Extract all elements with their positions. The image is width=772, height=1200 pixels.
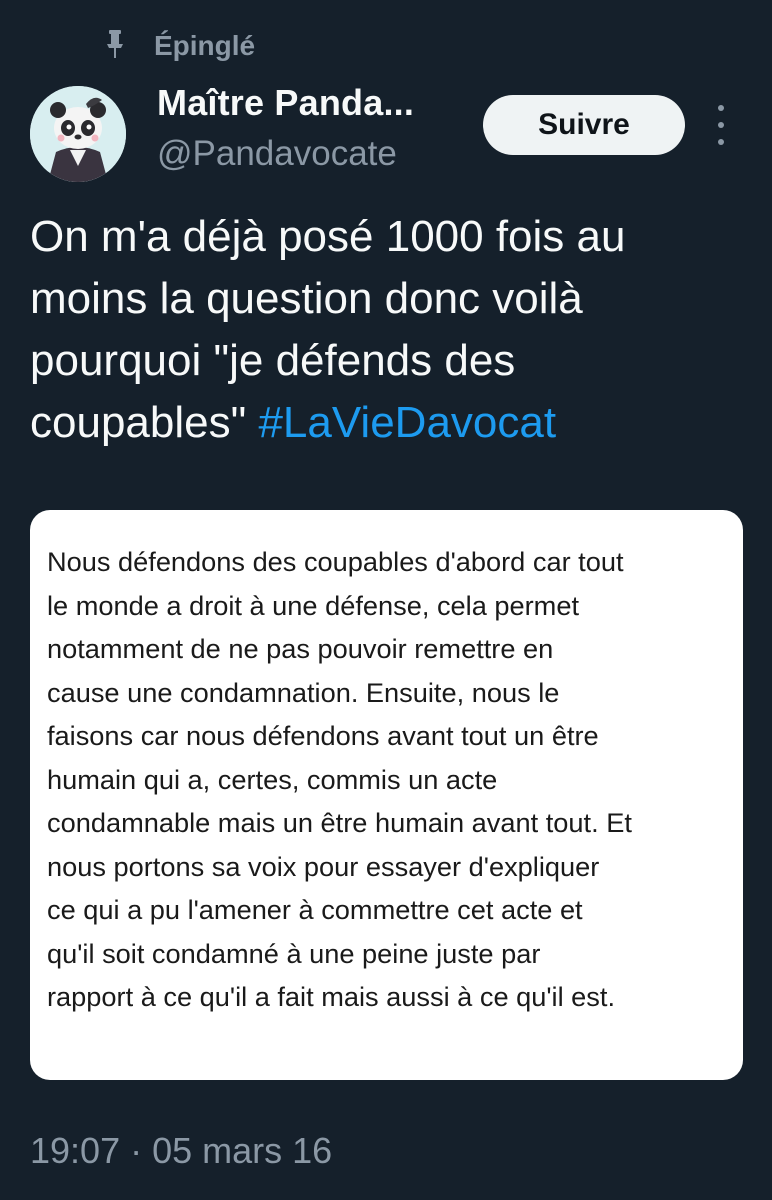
- more-options-icon[interactable]: [709, 105, 733, 145]
- tweet-page: Épinglé Maître Panda... @Pandavocate Sui…: [0, 0, 772, 1200]
- author-display-name[interactable]: Maître Panda...: [157, 82, 414, 124]
- image-text-line: nous portons sa voix pour essayer d'expl…: [47, 850, 600, 882]
- pin-icon: [107, 30, 123, 58]
- image-text-line: faisons car nous défendons avant tout un…: [47, 720, 599, 751]
- image-text-line: qu'il soit condamné à une peine juste pa…: [47, 937, 541, 969]
- image-text-line: notamment de ne pas pouvoir remettre en: [47, 633, 554, 664]
- image-text-line: humain qui a, certes, commis un acte: [47, 763, 498, 795]
- pinned-indicator: Épinglé: [104, 26, 255, 66]
- image-text-line: le monde a droit à une défense, cela per…: [47, 589, 580, 621]
- hashtag-link[interactable]: #LaVieDavocat: [258, 398, 556, 447]
- tweet-text: On m'a déjà posé 1000 fois au moins la q…: [30, 206, 742, 454]
- pinned-label: Épinglé: [154, 30, 256, 61]
- image-text-line: condamnable mais un être humain avant to…: [47, 807, 632, 838]
- tweet-image[interactable]: Nous défendons des coupables d'abord car…: [30, 510, 743, 1080]
- more-dot: [718, 105, 724, 111]
- image-text-line: ce qui a pu l'amener à commettre cet act…: [47, 894, 583, 925]
- image-text-line: rapport à ce qu'il a fait mais aussi à c…: [47, 981, 616, 1012]
- avatar[interactable]: [30, 86, 126, 182]
- more-dot: [718, 122, 724, 128]
- author-handle[interactable]: @Pandavocate: [157, 134, 397, 174]
- image-text-line: cause une condamnation. Ensuite, nous le: [47, 676, 560, 708]
- image-text-line: Nous défendons des coupables d'abord car…: [47, 546, 624, 577]
- more-dot: [718, 139, 724, 145]
- follow-button[interactable]: Suivre: [483, 95, 685, 155]
- panda-avatar-icon: [30, 86, 126, 182]
- tweet-timestamp[interactable]: 19:07 · 05 mars 16: [30, 1130, 332, 1172]
- image-text: Nous défendons des coupables d'abord car…: [47, 540, 737, 1019]
